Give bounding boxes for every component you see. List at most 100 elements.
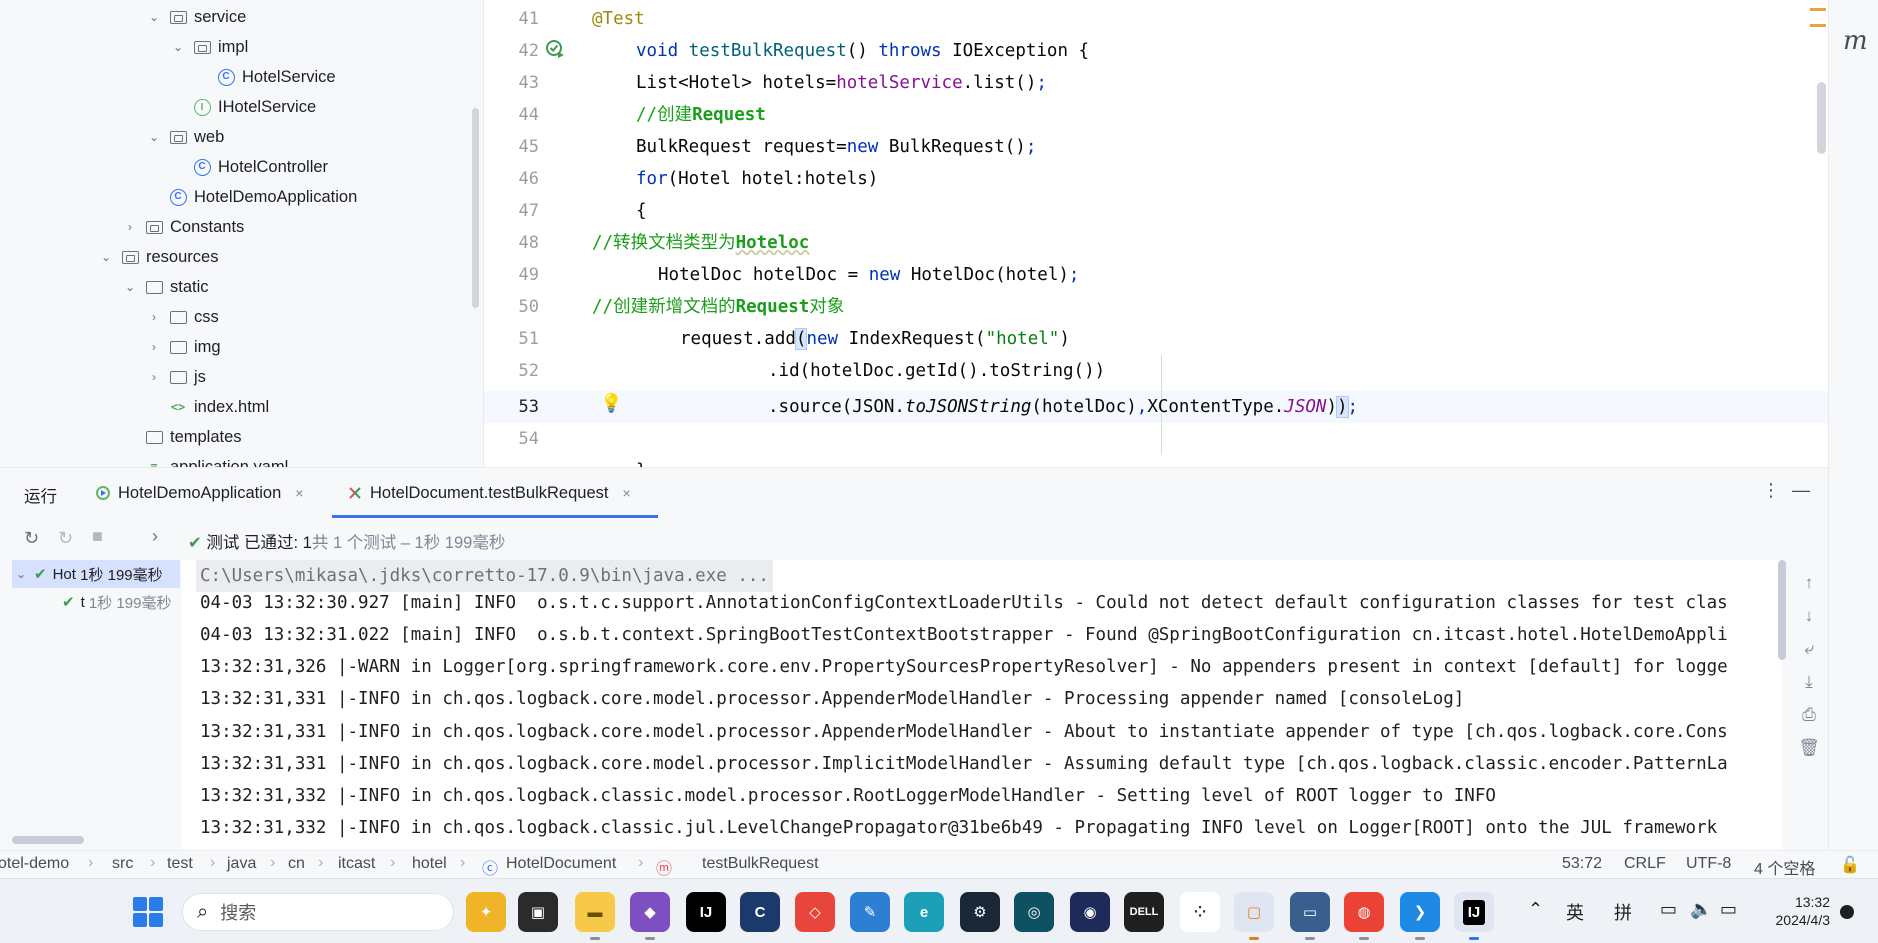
copilot-icon[interactable]: ✦ <box>466 892 506 932</box>
chevron-down-icon[interactable]: ⌄ <box>12 567 30 581</box>
code-line-51: request.add(new IndexRequest("hotel") <box>680 328 1070 350</box>
tool-app-icon[interactable]: ✎ <box>850 892 890 932</box>
c-app-icon[interactable]: C <box>740 892 780 932</box>
resources-folder-icon <box>120 247 140 267</box>
tree-item-application-yaml[interactable]: ≡ application.yaml <box>0 452 470 468</box>
editor-scrollbar[interactable] <box>1817 82 1826 154</box>
breadcrumb-item[interactable]: itcast <box>338 855 375 873</box>
horizontal-scrollbar[interactable] <box>12 836 84 844</box>
battery-icon[interactable]: ▭ <box>1720 899 1737 920</box>
vscode-icon[interactable]: ❯ <box>1400 892 1440 932</box>
input-method-pinyin[interactable]: 拼 <box>1614 899 1632 925</box>
close-icon[interactable]: × <box>622 485 630 501</box>
print-icon[interactable]: ⎙ <box>1797 705 1821 738</box>
tree-item-static[interactable]: ⌄ static <box>0 272 470 302</box>
breadcrumb-item[interactable]: hotel <box>412 855 447 873</box>
remote-app-icon[interactable]: ▢ <box>1234 892 1274 932</box>
line-ending[interactable]: CRLF <box>1624 855 1666 873</box>
chevron-down-icon[interactable]: ⌄ <box>98 250 114 264</box>
windows-start-icon[interactable] <box>133 897 163 927</box>
tree-item-img[interactable]: › img <box>0 332 470 362</box>
stop-icon[interactable]: ■ <box>92 526 103 547</box>
breadcrumb-item[interactable]: test <box>167 855 193 873</box>
chevron-down-icon[interactable]: ⌄ <box>146 130 162 144</box>
tree-item-index-html[interactable]: <> index.html <box>0 392 470 422</box>
expand-icon[interactable]: › <box>152 526 158 547</box>
breadcrumb-item[interactable]: cn <box>288 855 305 873</box>
arrow-down-icon[interactable]: ↓ <box>1797 606 1821 639</box>
rerun-failed-icon[interactable]: ↻ <box>58 528 73 549</box>
clock[interactable]: 13:32 2024/4/3 <box>1752 893 1831 929</box>
tree-item-ihotelservice[interactable]: I IHotelService <box>0 92 470 122</box>
breadcrumb-item[interactable]: java <box>227 855 256 873</box>
chevron-right-icon[interactable]: › <box>122 220 138 234</box>
arrow-up-icon[interactable]: ↑ <box>1797 573 1821 606</box>
caret-position[interactable]: 53:72 <box>1562 855 1602 873</box>
warning-marker[interactable] <box>1810 24 1826 27</box>
volume-icon[interactable]: 🔈 <box>1690 899 1712 920</box>
indent-setting[interactable]: 4 个空格 <box>1754 855 1815 879</box>
rerun-icon[interactable]: ↻ <box>24 528 39 549</box>
minimize-icon[interactable]: — <box>1792 480 1810 501</box>
breadcrumb-item[interactable]: otel-demo <box>0 855 69 873</box>
colorful-app-icon[interactable]: ◇ <box>795 892 835 932</box>
taskbar-search[interactable]: ⌕ 搜索 <box>182 893 454 931</box>
visual-studio-icon[interactable]: ◆ <box>630 892 670 932</box>
code-editor[interactable]: 41 42 43 44 45 46 47 48 49 50 51 52 53 5… <box>484 0 1828 467</box>
tree-item-hotelservice[interactable]: C HotelService <box>0 62 470 92</box>
maven-icon[interactable]: m <box>1843 26 1868 56</box>
close-icon[interactable]: × <box>295 485 303 501</box>
chrome-icon[interactable]: ◍ <box>1344 892 1384 932</box>
tree-item-web[interactable]: ⌄ web <box>0 122 470 152</box>
tab-hoteldocument-testbulkrequest[interactable]: HotelDocument.testBulkRequest × <box>346 468 631 518</box>
globe-app-icon[interactable]: ◉ <box>1070 892 1110 932</box>
chevron-down-icon[interactable]: ⌄ <box>122 280 138 294</box>
test-node-method[interactable]: ✔ t 1秒 199毫秒 <box>12 588 180 616</box>
chevron-down-icon[interactable]: ⌄ <box>170 40 186 54</box>
chevron-right-icon[interactable]: › <box>146 310 162 324</box>
rdp-icon[interactable]: ▭ <box>1290 892 1330 932</box>
more-options-icon[interactable]: ⋮ <box>1762 480 1780 501</box>
file-explorer-icon[interactable]: ▬ <box>575 892 615 932</box>
breadcrumb-item[interactable]: testBulkRequest <box>702 855 819 873</box>
tree-item-impl[interactable]: ⌄ impl <box>0 32 470 62</box>
file-encoding[interactable]: UTF-8 <box>1686 855 1731 873</box>
intellij-idea-icon[interactable]: IJ <box>1454 892 1494 932</box>
tree-scrollbar[interactable] <box>472 108 479 308</box>
chevron-down-icon[interactable]: ⌄ <box>146 10 162 24</box>
input-language-en[interactable]: 英 <box>1566 899 1584 925</box>
tree-item-service[interactable]: ⌄ service <box>0 2 470 32</box>
tree-item-resources[interactable]: ⌄ resources <box>0 242 470 272</box>
dell-icon[interactable]: DELL <box>1124 892 1164 932</box>
jetbrains-icon[interactable]: IJ <box>686 892 726 932</box>
trash-icon[interactable]: 🗑 <box>1797 738 1821 771</box>
chevron-right-icon[interactable]: › <box>146 340 162 354</box>
breadcrumb-item[interactable]: src <box>112 855 133 873</box>
soft-wrap-icon[interactable]: ⤶ <box>1797 639 1821 672</box>
task-view-icon[interactable]: ▣ <box>518 892 558 932</box>
console-output[interactable]: C:\Users\mikasa\.jdks\corretto-17.0.9\bi… <box>182 560 1782 850</box>
steam-icon[interactable]: ⚙ <box>960 892 1000 932</box>
edge-icon[interactable]: e <box>904 892 944 932</box>
tree-item-templates[interactable]: templates <box>0 422 470 452</box>
run-test-passed-icon[interactable] <box>546 40 566 60</box>
chevron-up-icon[interactable]: ⌃ <box>1528 899 1543 920</box>
console-scrollbar[interactable] <box>1778 560 1786 660</box>
scroll-to-end-icon[interactable]: ⤓ <box>1797 672 1821 705</box>
breadcrumb-item[interactable]: HotelDocument <box>506 855 616 873</box>
lock-icon[interactable]: 🔓 <box>1840 855 1860 875</box>
test-node-root[interactable]: ⌄ ✔ Hot 1秒 199毫秒 <box>12 560 180 588</box>
tree-item-constants[interactable]: › Constants <box>0 212 470 242</box>
tree-item-css[interactable]: › css <box>0 302 470 332</box>
tree-item-hotelcontroller[interactable]: C HotelController <box>0 152 470 182</box>
tree-item-hoteldemoapplication[interactable]: C HotelDemoApplication <box>0 182 470 212</box>
lightbulb-icon[interactable]: 💡 <box>600 393 622 414</box>
notification-icon[interactable] <box>1840 905 1854 919</box>
dots-app-icon[interactable]: ⁘ <box>1180 892 1220 932</box>
tab-hoteldemoapplication[interactable]: HotelDemoApplication × <box>94 468 303 518</box>
chevron-right-icon[interactable]: › <box>146 370 162 384</box>
tree-item-js[interactable]: › js <box>0 362 470 392</box>
warning-marker[interactable] <box>1810 8 1826 11</box>
circle-app-icon[interactable]: ◎ <box>1014 892 1054 932</box>
display-icon[interactable]: ▭ <box>1660 899 1677 920</box>
